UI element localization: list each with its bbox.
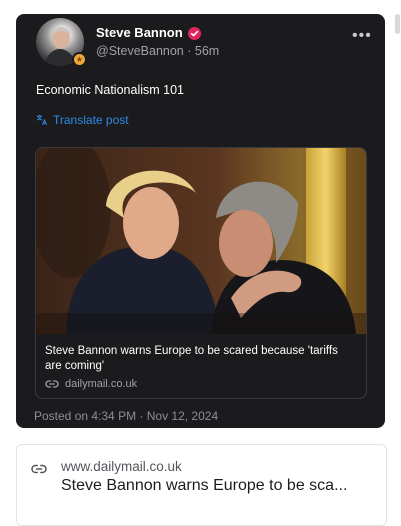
translate-post-link[interactable]: Translate post xyxy=(36,112,129,128)
link-title: Steve Bannon warns Europe to be scared b… xyxy=(45,345,338,372)
link-domain: dailymail.co.uk xyxy=(65,378,138,390)
scrollbar-thumb[interactable] xyxy=(395,14,400,34)
handle[interactable]: @SteveBannon xyxy=(96,44,184,58)
separator: · xyxy=(187,44,192,58)
author-name-text: Steve Bannon xyxy=(96,25,183,40)
more-options-icon[interactable]: ••• xyxy=(352,28,372,44)
translate-label: Translate post xyxy=(53,113,129,127)
verified-badge-icon xyxy=(187,26,201,40)
preview-domain[interactable]: www.dailymail.co.uk xyxy=(61,459,182,475)
time-ago[interactable]: 56m xyxy=(195,44,219,58)
link-icon xyxy=(45,380,59,388)
account-badge-icon: ★ xyxy=(72,52,87,67)
preview-title[interactable]: Steve Bannon warns Europe to be sca... xyxy=(61,476,379,496)
handle-line: @SteveBannon · 56m xyxy=(96,43,219,59)
author-name[interactable]: Steve Bannon xyxy=(96,25,201,41)
posted-on-timestamp: Posted on 4:34 PM · Nov 12, 2024 xyxy=(34,409,219,423)
link-icon xyxy=(31,464,47,474)
article-photo xyxy=(36,148,366,334)
translate-icon xyxy=(36,115,47,126)
link-preview-card[interactable]: Steve Bannon warns Europe to be scared b… xyxy=(35,147,367,399)
post-text: Economic Nationalism 101 xyxy=(36,83,184,97)
link-preview-footer[interactable]: www.dailymail.co.uk Steve Bannon warns E… xyxy=(16,444,387,526)
link-domain-row: dailymail.co.uk xyxy=(45,377,137,391)
post-card: ★ Steve Bannon @SteveBannon · 56m ••• Ec… xyxy=(16,14,385,428)
